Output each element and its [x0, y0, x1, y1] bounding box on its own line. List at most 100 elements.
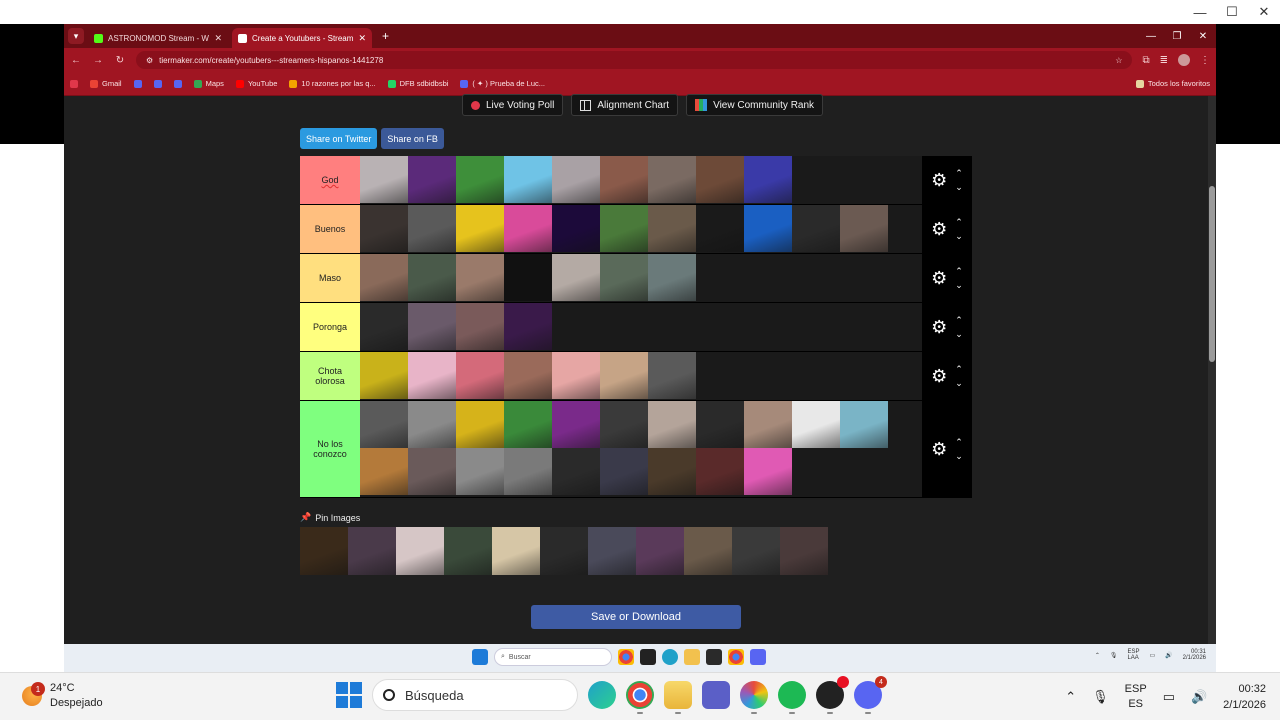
youtuber-image[interactable]	[456, 352, 504, 399]
move-up-icon[interactable]: ⌃	[955, 313, 963, 327]
youtuber-image[interactable]	[696, 401, 744, 448]
youtuber-image[interactable]	[408, 401, 456, 448]
youtuber-image[interactable]	[360, 352, 408, 399]
site-info-icon[interactable]: ⚙	[146, 56, 153, 65]
move-down-icon[interactable]: ⌄	[955, 278, 963, 292]
youtuber-image[interactable]	[456, 254, 504, 301]
live-voting-poll-button[interactable]: Live Voting Poll	[462, 94, 564, 116]
youtuber-image[interactable]	[840, 401, 888, 448]
roblox-icon[interactable]	[640, 649, 656, 665]
youtuber-image[interactable]	[744, 156, 792, 203]
youtuber-image[interactable]	[408, 448, 456, 495]
gear-icon[interactable]: ⚙	[931, 367, 947, 385]
gear-icon[interactable]: ⚙	[931, 318, 947, 336]
maximize-icon[interactable]: ☐	[1216, 0, 1248, 24]
file-explorer-icon[interactable]	[664, 681, 692, 714]
profile-avatar[interactable]	[1178, 54, 1190, 66]
gear-icon[interactable]: ⚙	[931, 220, 947, 238]
move-up-icon[interactable]: ⌃	[955, 215, 963, 229]
youtuber-image[interactable]	[360, 448, 408, 495]
youtuber-image[interactable]	[408, 352, 456, 399]
youtuber-image[interactable]	[360, 254, 408, 301]
chrome-icon[interactable]	[728, 649, 744, 665]
youtuber-image[interactable]	[600, 401, 648, 448]
reload-icon[interactable]: ↻	[114, 55, 126, 66]
restore-icon[interactable]: ❐	[1164, 31, 1190, 42]
youtuber-image[interactable]	[360, 401, 408, 448]
menu-icon[interactable]: ⋮	[1200, 55, 1210, 66]
pin-images-toggle[interactable]: 📌 Pin Images	[300, 512, 360, 523]
back-icon[interactable]: ←	[70, 55, 82, 66]
mic-icon[interactable]: 🎙	[1110, 652, 1118, 659]
youtuber-image[interactable]	[408, 303, 456, 350]
recorded-language[interactable]: ESP LAA	[1127, 649, 1139, 661]
close-tab-icon[interactable]: ✕	[214, 33, 222, 44]
share-twitter-button[interactable]: Share on Twitter	[300, 128, 378, 149]
close-icon[interactable]: ✕	[1248, 0, 1280, 24]
youtuber-image[interactable]	[504, 352, 552, 399]
youtuber-image[interactable]	[648, 352, 696, 399]
weather-widget[interactable]: 1 24°C Despejado	[22, 681, 103, 711]
youtuber-image[interactable]	[696, 156, 744, 203]
obs-icon[interactable]	[816, 676, 849, 714]
move-up-icon[interactable]: ⌃	[955, 435, 963, 449]
youtuber-image[interactable]	[648, 448, 696, 495]
extensions-icon[interactable]: ⧉	[1142, 55, 1149, 66]
media-icon[interactable]: ≣	[1160, 55, 1168, 66]
close-tab-icon[interactable]: ✕	[358, 33, 366, 44]
chevron-up-icon[interactable]: ⌃	[1065, 689, 1076, 705]
tier-label[interactable]: Chota olorosa	[300, 352, 360, 400]
terminal-icon[interactable]	[706, 649, 722, 665]
mic-icon[interactable]: 🎙	[1092, 689, 1109, 705]
bookmark-10-razones[interactable]: 10 razones por las q...	[289, 79, 376, 88]
community-rank-button[interactable]: View Community Rank	[686, 94, 824, 116]
youtuber-image[interactable]	[552, 156, 600, 203]
tab-search-icon[interactable]: ▾	[68, 28, 84, 44]
youtuber-image[interactable]	[552, 352, 600, 399]
youtuber-image[interactable]	[648, 401, 696, 448]
unranked-image[interactable]	[396, 527, 444, 575]
bookmark-gmail[interactable]: Gmail	[90, 79, 122, 88]
forward-icon[interactable]: →	[92, 55, 104, 66]
youtuber-image[interactable]	[648, 254, 696, 301]
unranked-image[interactable]	[780, 527, 828, 575]
youtuber-image[interactable]	[648, 156, 696, 203]
network-icon[interactable]: ▭	[1149, 652, 1155, 659]
bookmark-discord[interactable]	[133, 79, 142, 88]
bookmark-maps[interactable]: Maps	[193, 79, 224, 88]
page-scrollbar[interactable]	[1208, 96, 1216, 672]
file-explorer-icon[interactable]	[684, 649, 700, 665]
unranked-image[interactable]	[492, 527, 540, 575]
volume-icon[interactable]: 🔊	[1165, 652, 1172, 659]
youtuber-image[interactable]	[792, 401, 840, 448]
youtuber-image[interactable]	[456, 205, 504, 252]
bookmark-youtube[interactable]: YouTube	[235, 79, 277, 88]
youtuber-image[interactable]	[744, 401, 792, 448]
tab-tiermaker[interactable]: Create a Youtubers - Streamers ✕	[232, 28, 372, 48]
youtuber-image[interactable]	[504, 303, 552, 350]
youtuber-image[interactable]	[408, 205, 456, 252]
youtuber-image[interactable]	[600, 352, 648, 399]
youtuber-image[interactable]	[552, 401, 600, 448]
share-fb-button[interactable]: Share on FB	[381, 128, 444, 149]
youtuber-image[interactable]	[600, 448, 648, 495]
language-indicator[interactable]: ESP ES	[1125, 682, 1147, 712]
recorded-search-box[interactable]: ⌕ Buscar	[494, 648, 612, 666]
unranked-image[interactable]	[540, 527, 588, 575]
youtuber-image[interactable]	[504, 401, 552, 448]
move-up-icon[interactable]: ⌃	[955, 362, 963, 376]
tier-label[interactable]: No los conozco	[300, 401, 360, 497]
youtuber-image[interactable]	[648, 205, 696, 252]
move-up-icon[interactable]: ⌃	[955, 264, 963, 278]
youtuber-image[interactable]	[408, 156, 456, 203]
unranked-image[interactable]	[348, 527, 396, 575]
youtuber-image[interactable]	[456, 401, 504, 448]
youtuber-image[interactable]	[600, 254, 648, 301]
windows-start-icon[interactable]	[472, 649, 488, 665]
youtuber-image[interactable]	[744, 448, 792, 495]
apps-icon[interactable]	[70, 79, 78, 88]
youtuber-image[interactable]	[360, 303, 408, 350]
volume-icon[interactable]: 🔊	[1191, 689, 1207, 705]
chevron-up-icon[interactable]: ⌃	[1095, 652, 1100, 659]
move-down-icon[interactable]: ⌄	[955, 180, 963, 194]
